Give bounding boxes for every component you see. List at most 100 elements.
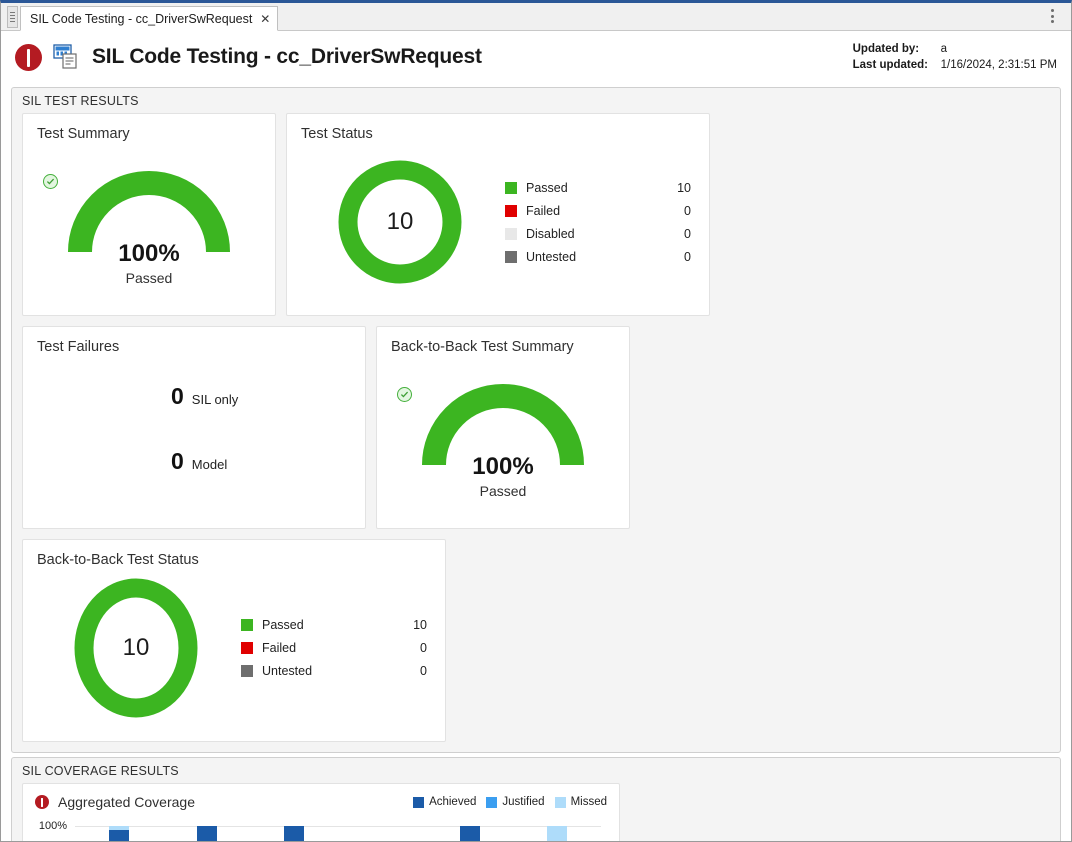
section-sil-test-results: SIL TEST RESULTS Test Summary 100% Passe… bbox=[11, 87, 1061, 753]
chart-bars: No data bbox=[75, 826, 601, 841]
last-updated-label: Last updated: bbox=[853, 57, 937, 73]
bar-slot-statement[interactable] bbox=[75, 826, 163, 841]
report-header: SIL Code Testing - cc_DriverSwRequest Up… bbox=[1, 31, 1071, 83]
legend-swatch-achieved bbox=[413, 797, 424, 808]
test-status-donut: 10 bbox=[295, 147, 505, 297]
card-b2b-test-summary: Back-to-Back Test Summary 100% Passed bbox=[376, 326, 630, 529]
bar-segment-achieved bbox=[284, 826, 304, 841]
bar-slot-decision[interactable] bbox=[163, 826, 251, 841]
card-title-b2b-test-summary: Back-to-Back Test Summary bbox=[377, 327, 629, 355]
error-icon bbox=[15, 44, 42, 71]
stacked-bar bbox=[547, 826, 567, 841]
legend-value: 0 bbox=[405, 664, 427, 678]
stacked-bar bbox=[460, 826, 480, 841]
donut-center-value: 10 bbox=[387, 208, 414, 236]
close-icon[interactable]: ✕ bbox=[259, 13, 271, 25]
test-failures-body: 0 SIL only 0 Model bbox=[23, 355, 365, 475]
failure-label: Model bbox=[192, 457, 227, 472]
gauge-caption: Passed bbox=[480, 483, 527, 499]
card-test-status: Test Status 10 Passed 10 bbox=[286, 113, 710, 316]
y-tick-label: 100% bbox=[39, 820, 67, 832]
legend-label: Achieved bbox=[429, 796, 476, 808]
card-title-test-status: Test Status bbox=[287, 114, 709, 142]
updated-by-label: Updated by: bbox=[853, 41, 937, 57]
b2b-status-donut: 10 bbox=[31, 573, 241, 723]
legend-label: Passed bbox=[526, 181, 669, 195]
tab-label: SIL Code Testing - cc_DriverSwRequest bbox=[30, 12, 252, 26]
legend-item: Passed 10 bbox=[241, 618, 427, 632]
legend-label: Justified bbox=[502, 796, 544, 808]
legend-value: 0 bbox=[669, 250, 691, 264]
stacked-bar bbox=[284, 826, 304, 841]
stacked-bar bbox=[197, 826, 217, 841]
card-title-b2b-test-status: Back-to-Back Test Status bbox=[23, 540, 445, 568]
card-b2b-test-status: Back-to-Back Test Status 10 Passed bbox=[22, 539, 446, 742]
failure-row-sil-only: 0 SIL only bbox=[23, 383, 365, 410]
legend-swatch-untested bbox=[241, 665, 253, 677]
failure-row-model: 0 Model bbox=[23, 448, 365, 475]
test-summary-gauge: 100% Passed bbox=[23, 142, 275, 292]
bar-segment-missed bbox=[547, 826, 567, 841]
model-report-icon bbox=[53, 44, 81, 70]
error-icon bbox=[35, 795, 49, 809]
tab-strip: SIL Code Testing - cc_DriverSwRequest ✕ bbox=[1, 3, 1071, 31]
report-page: SIL Code Testing - cc_DriverSwRequest Up… bbox=[1, 31, 1071, 841]
legend-swatch-disabled bbox=[505, 228, 517, 240]
legend-item-justified: Justified bbox=[486, 796, 544, 808]
legend-swatch-passed bbox=[241, 619, 253, 631]
section-sil-coverage-results: SIL COVERAGE RESULTS Aggregated Coverage… bbox=[11, 757, 1061, 841]
legend-label: Passed bbox=[262, 618, 405, 632]
bar-segment-achieved bbox=[109, 830, 129, 841]
legend-item: Failed 0 bbox=[241, 641, 427, 655]
legend-swatch-passed bbox=[505, 182, 517, 194]
bar-slot-function-call[interactable] bbox=[426, 826, 514, 841]
card-title-test-summary: Test Summary bbox=[23, 114, 275, 142]
section-title-test-results: SIL TEST RESULTS bbox=[12, 88, 1060, 113]
legend-label: Untested bbox=[262, 664, 405, 678]
legend-label: Disabled bbox=[526, 227, 669, 241]
chart-plot-area: 100% 50% 0% bbox=[75, 826, 601, 841]
card-title-test-failures: Test Failures bbox=[23, 327, 365, 355]
legend-value: 10 bbox=[405, 618, 427, 632]
b2b-summary-gauge: 100% Passed bbox=[377, 355, 629, 505]
b2b-status-body: 10 Passed 10 Failed 0 bbox=[23, 568, 445, 728]
legend-label: Missed bbox=[571, 796, 607, 808]
report-metadata: Updated by: a Last updated: 1/16/2024, 2… bbox=[853, 41, 1057, 73]
legend-item-missed: Missed bbox=[555, 796, 607, 808]
legend-swatch-failed bbox=[241, 642, 253, 654]
legend-label: Failed bbox=[262, 641, 405, 655]
section-title-coverage-results: SIL COVERAGE RESULTS bbox=[12, 758, 1060, 783]
bar-segment-achieved bbox=[197, 826, 217, 841]
donut-center-value: 10 bbox=[123, 634, 150, 662]
last-updated-value: 1/16/2024, 2:31:51 PM bbox=[941, 57, 1057, 73]
legend-value: 0 bbox=[405, 641, 427, 655]
updated-by-value: a bbox=[941, 41, 947, 57]
card-test-summary: Test Summary 100% Passed bbox=[22, 113, 276, 316]
card-test-failures: Test Failures 0 SIL only 0 Model bbox=[22, 326, 366, 529]
b2b-status-legend: Passed 10 Failed 0 Untested bbox=[241, 618, 445, 678]
more-options-icon[interactable] bbox=[1039, 3, 1065, 29]
gauge-caption: Passed bbox=[126, 270, 173, 286]
card-title-aggregated-coverage: Aggregated Coverage bbox=[58, 794, 195, 810]
legend-swatch-untested bbox=[505, 251, 517, 263]
bar-slot-function[interactable] bbox=[513, 826, 601, 841]
section-body-test-results: Test Summary 100% Passed Test Stat bbox=[12, 113, 1060, 752]
gauge-percent: 100% bbox=[118, 240, 179, 268]
report-window: SIL Code Testing - cc_DriverSwRequest ✕ bbox=[0, 0, 1072, 842]
bar-slot-condition[interactable] bbox=[250, 826, 338, 841]
legend-swatch-failed bbox=[505, 205, 517, 217]
page-title: SIL Code Testing - cc_DriverSwRequest bbox=[92, 45, 482, 69]
tab-sil-code-testing[interactable]: SIL Code Testing - cc_DriverSwRequest ✕ bbox=[20, 6, 278, 31]
failure-label: SIL only bbox=[192, 392, 239, 407]
test-status-legend: Passed 10 Failed 0 Disabled bbox=[505, 181, 709, 264]
coverage-bar-chart: 100% 50% 0% bbox=[31, 820, 605, 841]
legend-item-achieved: Achieved bbox=[413, 796, 476, 808]
card-aggregated-coverage: Aggregated Coverage Achieved Justified bbox=[22, 783, 620, 841]
legend-item: Failed 0 bbox=[505, 204, 691, 218]
bar-slot-mcdc[interactable]: No data bbox=[338, 826, 426, 841]
bar-segment-achieved bbox=[460, 826, 480, 841]
legend-item: Untested 0 bbox=[505, 250, 691, 264]
layout-spacer bbox=[456, 539, 800, 742]
legend-label: Failed bbox=[526, 204, 669, 218]
tab-drag-handle[interactable] bbox=[7, 6, 18, 28]
